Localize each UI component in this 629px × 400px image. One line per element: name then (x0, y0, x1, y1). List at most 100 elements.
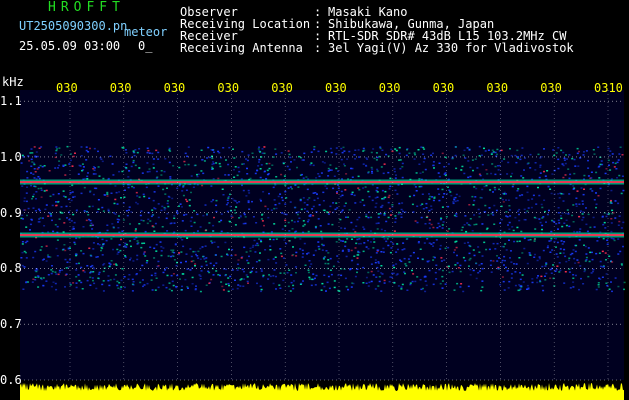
noise-speck (287, 221, 290, 224)
noise-speck (56, 239, 59, 241)
noise-speck (617, 238, 620, 240)
noise-speck (587, 167, 590, 169)
noise-speck (329, 169, 332, 171)
noise-speck (565, 154, 567, 156)
noise-speck (585, 256, 588, 259)
noise-speck (278, 202, 281, 205)
noise-speck (225, 203, 228, 206)
noise-speck (601, 276, 604, 278)
noise-speck (200, 170, 203, 172)
noise-speck (350, 249, 353, 252)
noise-speck (423, 148, 426, 150)
noise-speck (204, 245, 207, 247)
noise-speck (184, 164, 187, 166)
noise-speck (175, 285, 178, 288)
noise-speck (369, 230, 372, 232)
noise-speck (568, 271, 571, 273)
noise-speck (544, 279, 547, 281)
noise-speck (614, 217, 617, 219)
noise-speck (162, 271, 165, 274)
noise-speck (34, 250, 37, 253)
noise-speck (34, 276, 37, 278)
noise-speck (21, 264, 24, 267)
noise-speck (453, 251, 455, 254)
noise-speck (351, 238, 353, 240)
noise-speck (165, 267, 168, 269)
noise-speck (486, 173, 489, 175)
noise-speck (398, 152, 401, 155)
noise-speck (526, 284, 529, 287)
noise-speck (394, 148, 397, 150)
noise-speck (578, 239, 581, 241)
noise-speck (71, 165, 74, 167)
noise-speck (232, 148, 234, 150)
noise-speck (291, 188, 293, 190)
noise-speck (515, 197, 518, 199)
noise-speck (574, 250, 577, 253)
noise-speck (315, 177, 318, 179)
noise-speck (177, 253, 180, 256)
noise-speck (130, 245, 132, 248)
noise-speck (97, 273, 100, 275)
noise-speck (37, 176, 40, 178)
noise-speck (397, 285, 400, 287)
noise-speck (542, 249, 545, 252)
noise-speck (471, 195, 474, 198)
noise-speck (269, 275, 272, 278)
noise-speck (582, 193, 585, 196)
noise-speck (576, 190, 579, 192)
noise-speck (45, 204, 48, 206)
noise-speck (90, 255, 93, 257)
noise-speck (538, 218, 541, 220)
noise-speck (322, 209, 325, 211)
noise-speck (362, 163, 365, 165)
noise-speck (370, 256, 373, 258)
noise-speck (361, 199, 364, 201)
noise-speck (143, 242, 146, 244)
noise-speck (541, 265, 544, 268)
noise-speck (273, 207, 276, 210)
noise-speck (101, 160, 104, 163)
noise-speck (398, 211, 400, 214)
noise-speck (257, 165, 260, 167)
noise-speck (469, 166, 472, 169)
noise-speck (420, 216, 423, 219)
noise-speck (611, 261, 614, 263)
noise-speck (284, 190, 287, 193)
noise-speck (185, 253, 188, 255)
noise-speck (193, 221, 196, 224)
noise-speck (91, 277, 94, 279)
noise-speck (377, 285, 380, 287)
noise-speck (118, 215, 120, 217)
noise-speck (549, 268, 552, 271)
noise-speck (610, 178, 613, 180)
noise-speck (394, 215, 397, 217)
noise-speck (527, 207, 530, 209)
noise-speck (419, 172, 422, 174)
noise-speck (32, 256, 35, 259)
noise-speck (480, 263, 483, 265)
noise-speck (313, 148, 316, 151)
noise-speck (544, 275, 546, 277)
noise-speck (540, 275, 543, 278)
noise-speck (519, 158, 522, 161)
noise-speck (275, 262, 278, 264)
noise-speck (412, 251, 415, 254)
noise-speck (293, 206, 296, 209)
noise-speck (77, 274, 80, 276)
noise-speck (313, 146, 316, 148)
noise-speck (266, 173, 269, 176)
noise-speck (401, 162, 404, 165)
noise-speck (210, 278, 213, 281)
noise-speck (418, 163, 421, 165)
noise-speck (134, 149, 137, 151)
noise-speck (394, 177, 397, 179)
noise-speck (550, 272, 553, 274)
noise-speck (572, 277, 575, 279)
noise-speck (292, 287, 295, 290)
noise-speck (166, 230, 169, 232)
noise-speck (600, 160, 603, 162)
noise-speck (572, 185, 575, 187)
noise-speck (441, 188, 444, 191)
noise-speck (439, 282, 442, 285)
